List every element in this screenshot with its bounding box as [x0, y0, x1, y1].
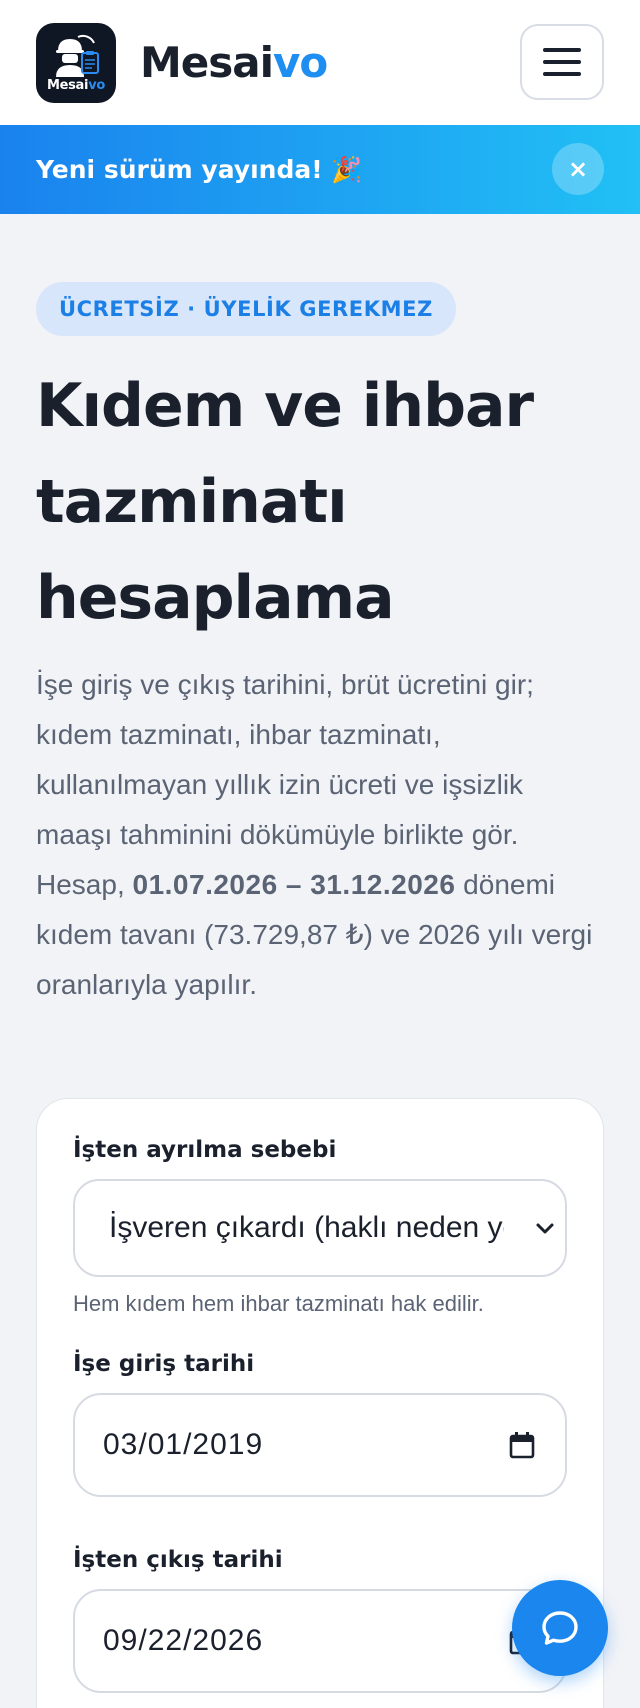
reason-label: İşten ayrılma sebebi	[73, 1137, 337, 1163]
free-badge: ÜCRETSİZ · ÜYELİK GEREKMEZ	[36, 282, 456, 336]
reason-select[interactable]: İşveren çıkardı (haklı neden yok)	[73, 1179, 567, 1277]
worker-clipboard-icon	[56, 34, 99, 77]
banner-text: Yeni sürüm yayında! 🎉	[36, 154, 363, 184]
end-date-input[interactable]: 09/22/2026	[73, 1589, 567, 1693]
close-icon: ×	[567, 155, 589, 183]
reason-hint: Hem kıdem hem ihbar tazminatı hak edilir…	[73, 1291, 484, 1316]
start-date-label: İşe giriş tarihi	[73, 1351, 255, 1377]
brand-name[interactable]: Mesaivo	[140, 38, 328, 87]
chevron-down-icon	[536, 1223, 554, 1234]
site-header: Mesaivo Mesaivo	[0, 0, 640, 125]
menu-button[interactable]	[520, 24, 604, 100]
intro-text: İşe giriş ve çıkış tarihini, brüt ücreti…	[36, 669, 593, 1000]
end-date-label: İşten çıkış tarihi	[73, 1547, 283, 1573]
banner-close-button[interactable]: ×	[552, 143, 604, 195]
start-date-input[interactable]: 03/01/2019	[73, 1393, 567, 1497]
hamburger-menu-icon	[543, 48, 581, 52]
end-date-value: 09/22/2026	[103, 1624, 264, 1657]
page-title: Kıdem ve ihbar tazminatı hesaplama	[36, 371, 534, 633]
chat-button[interactable]	[512, 1580, 608, 1676]
app-logo[interactable]: Mesaivo	[36, 22, 116, 103]
period-dates: 01.07.2026 – 31.12.2026	[132, 869, 456, 900]
logo-wordmark: Mesaivo	[46, 78, 106, 93]
start-date-value: 03/01/2019	[103, 1428, 264, 1461]
chat-bubble-icon	[542, 1611, 578, 1645]
calendar-icon[interactable]	[509, 1431, 535, 1459]
main-content: ÜCRETSİZ · ÜYELİK GEREKMEZ Kıdem ve ihba…	[0, 214, 640, 1708]
reason-select-value: İşveren çıkardı (haklı neden yok)	[109, 1211, 504, 1244]
announcement-banner: Yeni sürüm yayında! 🎉 ×	[0, 125, 640, 214]
